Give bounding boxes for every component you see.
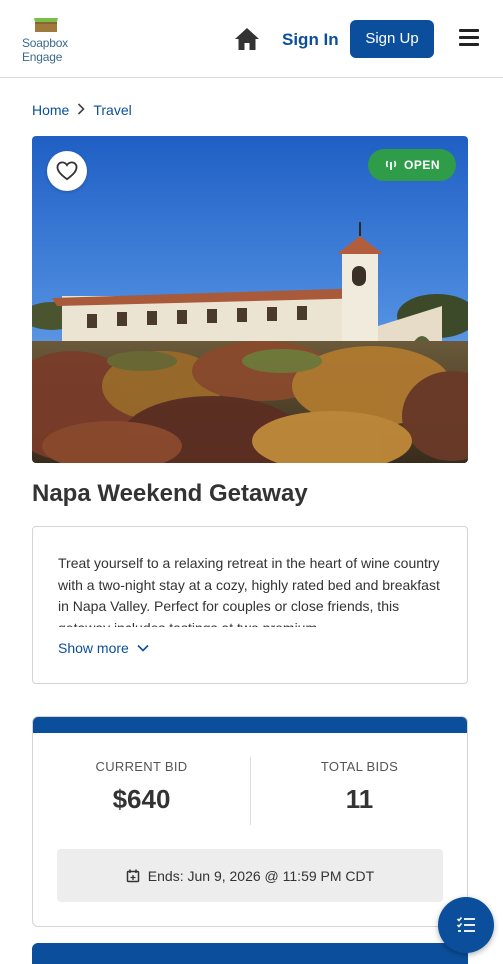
current-bid-section: CURRENT BID $640: [33, 759, 250, 815]
item-title: Napa Weekend Getaway: [32, 480, 308, 507]
sign-up-button[interactable]: Sign Up: [350, 20, 434, 58]
checklist-fab-button[interactable]: [438, 897, 494, 953]
auction-end-time: Ends: Jun 9, 2026 @ 11:59 PM CDT: [57, 849, 443, 902]
item-description: Treat yourself to a relaxing retreat in …: [58, 555, 440, 627]
calendar-icon: [126, 869, 140, 882]
total-bids-section: TOTAL BIDS 11: [251, 759, 467, 815]
logo-text-line2: Engage: [22, 50, 63, 64]
item-photo: OPEN: [32, 136, 468, 463]
winery-photo: [32, 136, 468, 463]
hamburger-menu-icon[interactable]: [459, 29, 479, 47]
status-text: OPEN: [403, 158, 440, 172]
bid-card-header: [33, 717, 467, 733]
description-card: Treat yourself to a relaxing retreat in …: [32, 526, 468, 684]
sign-in-link[interactable]: Sign In: [282, 30, 339, 50]
heart-icon: [56, 161, 78, 181]
site-header: Soapbox Engage Sign In Sign Up: [0, 0, 503, 78]
total-bids-value: 11: [345, 784, 374, 814]
breadcrumb: Home Travel: [32, 102, 132, 118]
current-bid-value: $640: [112, 784, 171, 814]
chevron-right-icon: [77, 102, 85, 118]
soapbox-logo-icon: [34, 18, 58, 32]
bid-card: CURRENT BID $640 TOTAL BIDS 11 Ends: Jun…: [32, 716, 468, 927]
logo-text-line1: Soapbox: [22, 36, 68, 50]
ends-text: Ends: Jun 9, 2026 @ 11:59 PM CDT: [147, 867, 375, 884]
show-more-button[interactable]: Show more: [58, 640, 149, 656]
checklist-icon: [456, 916, 475, 932]
breadcrumb-travel[interactable]: Travel: [93, 102, 131, 118]
show-more-label: Show more: [58, 640, 129, 656]
status-badge: OPEN: [368, 149, 456, 181]
next-section-header: [32, 943, 468, 964]
chevron-down-icon: [137, 644, 149, 652]
soapbox-logo[interactable]: Soapbox Engage: [22, 14, 74, 66]
home-icon[interactable]: [233, 26, 261, 52]
favorite-heart-button[interactable]: [47, 151, 87, 191]
breadcrumb-home[interactable]: Home: [32, 102, 69, 118]
live-signal-icon: [385, 160, 397, 170]
total-bids-label: TOTAL BIDS: [320, 759, 399, 774]
current-bid-label: CURRENT BID: [95, 759, 188, 774]
